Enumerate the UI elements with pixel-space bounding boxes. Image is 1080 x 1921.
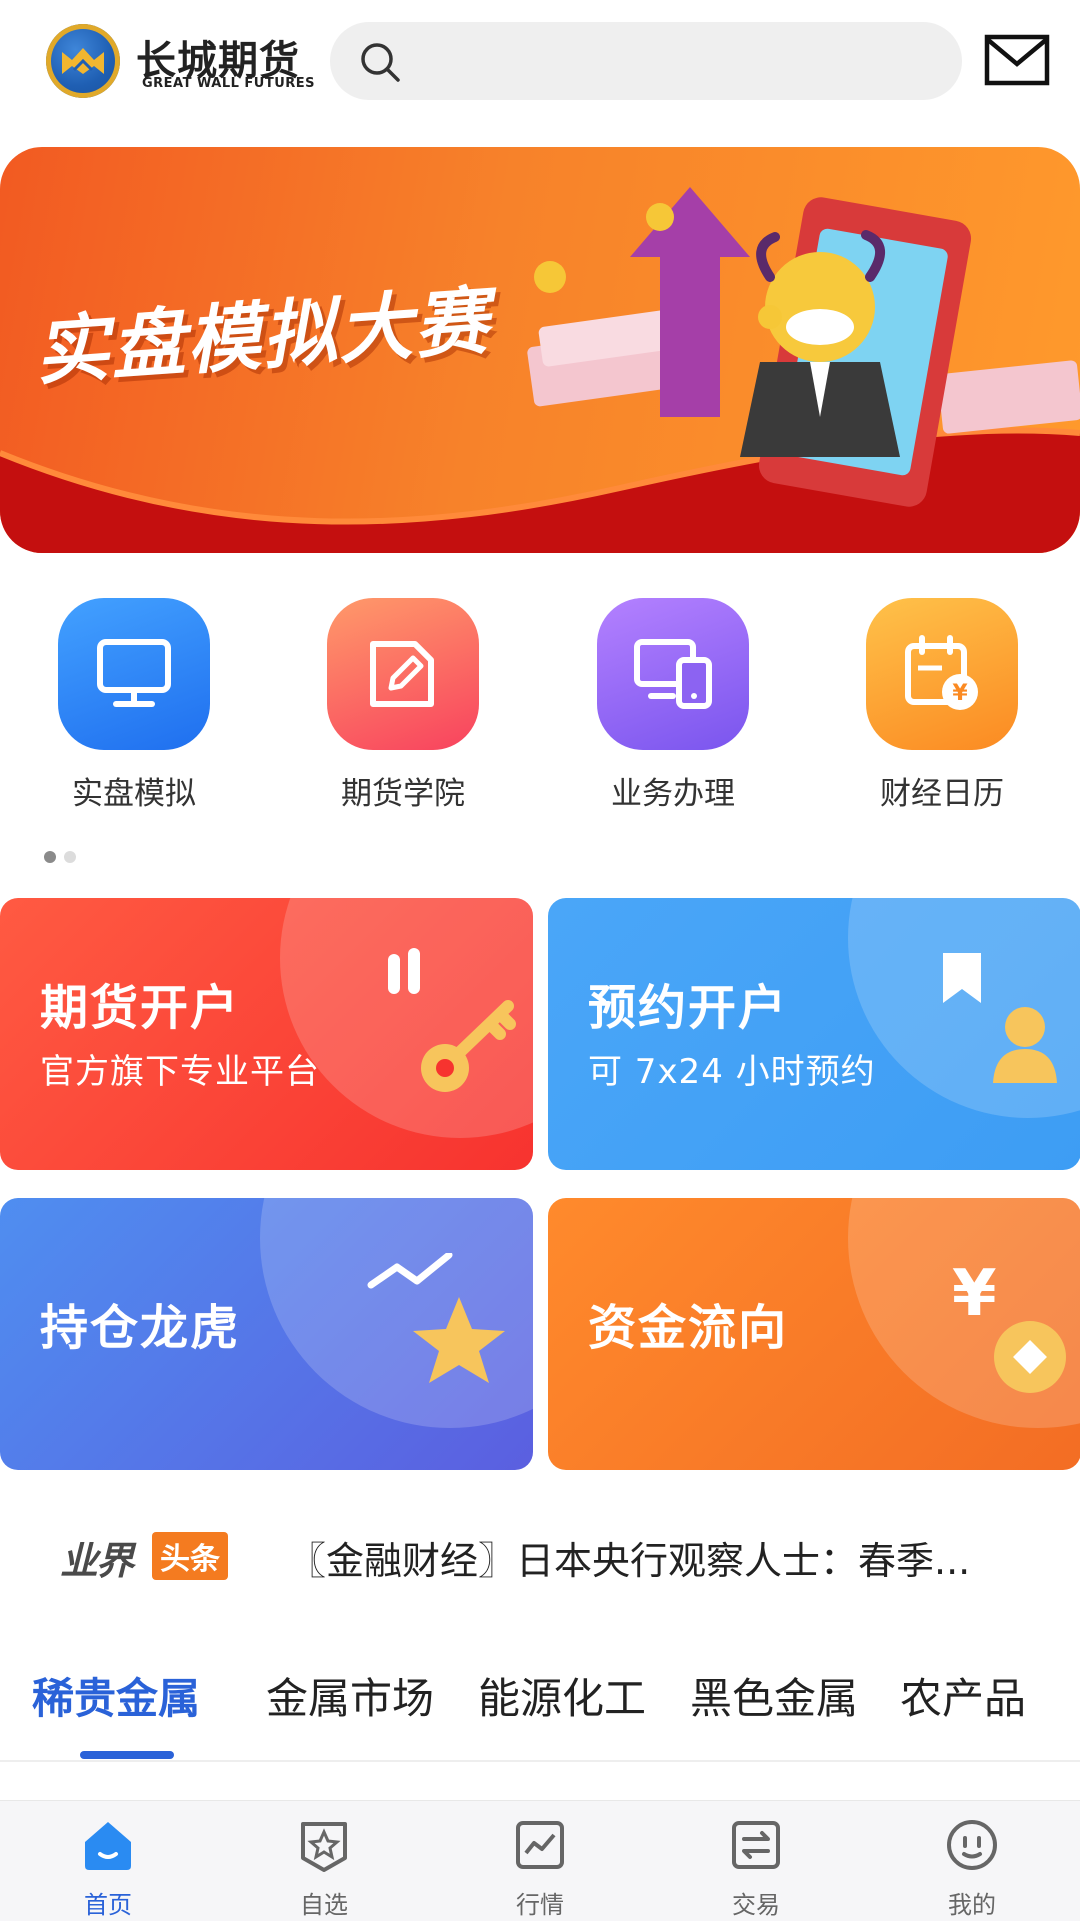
quick-link-academy[interactable]: 期货学院 [327,598,479,813]
banner-title: 实盘模拟大赛 [32,278,493,396]
home-icon [48,1815,168,1875]
news-logo-badge: 头条 [152,1532,228,1580]
page-indicator [44,848,84,867]
tab-energy-chemicals[interactable]: 能源化工 [478,1665,646,1726]
edit-note-icon [327,598,479,750]
chart-icon [480,1815,600,1875]
app-header: 长城期货 GREAT WALL FUTURES [0,0,1080,130]
search-bar[interactable] [330,22,962,100]
card-positions[interactable]: 持仓龙虎 [0,1198,533,1470]
category-tabs: 稀贵金属 金属市场 能源化工 黑色金属 农产品 [0,1665,1080,1762]
monitor-icon [58,598,210,750]
nav-label: 行情 [516,1891,564,1919]
nav-trade[interactable]: 交易 [696,1815,816,1920]
nav-label: 我的 [948,1891,996,1919]
nav-watchlist[interactable]: 自选 [264,1815,384,1920]
coin-yen-icon: ¥ [952,1257,1066,1393]
card-title: 预约开户 [588,980,789,1036]
star-badge-icon [264,1815,384,1875]
news-headline[interactable]: 〖金融财经〗日本央行观察人士：春季... [288,1530,1018,1585]
news-ticker[interactable]: 业界 头条 〖金融财经〗日本央行观察人士：春季... [0,1510,1080,1600]
brand-logo-icon [46,24,120,98]
card-subtitle: 官方旗下专业平台 [40,1052,320,1092]
profile-icon [912,1815,1032,1875]
svg-text:¥: ¥ [952,681,968,706]
quick-link-label: 期货学院 [341,776,465,812]
tab-ferrous-metals[interactable]: 黑色金属 [690,1665,858,1726]
nav-label: 交易 [732,1891,780,1919]
card-appointment[interactable]: 预约开户 可 7x24 小时预约 [548,898,1080,1170]
nav-label: 自选 [300,1891,348,1919]
key-icon [388,948,516,1092]
quick-link-label: 财经日历 [880,776,1004,812]
nav-market[interactable]: 行情 [480,1815,600,1920]
brand-name-english: GREAT WALL FUTURES [142,76,316,91]
card-title: 资金流向 [588,1300,789,1356]
mail-icon[interactable] [984,34,1050,86]
quick-link-simulation[interactable]: 实盘模拟 [58,598,210,813]
quick-link-label: 实盘模拟 [72,776,196,812]
quick-link-label: 业务办理 [611,776,735,812]
quick-link-business[interactable]: 业务办理 [597,598,749,813]
calendar-yen-icon: ¥ [866,598,1018,750]
trend-star-icon [367,1253,505,1383]
tab-agricultural[interactable]: 农产品 [900,1665,1026,1726]
nav-label: 首页 [84,1891,132,1919]
bull-mascot-illustration [527,187,1080,507]
bottom-navigation: 首页 自选 行情 交易 我的 [0,1800,1080,1921]
tab-metals-market[interactable]: 金属市场 [266,1665,434,1726]
active-tab-indicator [80,1751,174,1759]
card-subtitle: 可 7x24 小时预约 [588,1052,876,1092]
card-title: 持仓龙虎 [40,1300,241,1356]
card-open-account[interactable]: 期货开户 官方旗下专业平台 [0,898,533,1170]
search-icon [361,43,400,82]
page-dot [64,851,76,863]
news-logo: 业界 [60,1539,134,1583]
search-input[interactable] [422,36,926,86]
card-fund-flow[interactable]: 资金流向 ¥ [548,1198,1080,1470]
page-dot-active [44,851,56,863]
promo-banner[interactable]: 实盘模拟大赛 [0,147,1080,553]
nav-home[interactable]: 首页 [48,1815,168,1920]
quick-link-calendar[interactable]: ¥ 财经日历 [866,598,1018,813]
devices-icon [597,598,749,750]
card-title: 期货开户 [40,980,241,1036]
exchange-icon [696,1815,816,1875]
svg-text:¥: ¥ [952,1257,997,1331]
bookmark-person-icon [943,953,1057,1083]
tab-precious-metals[interactable]: 稀贵金属 [32,1665,200,1726]
nav-profile[interactable]: 我的 [912,1815,1032,1920]
